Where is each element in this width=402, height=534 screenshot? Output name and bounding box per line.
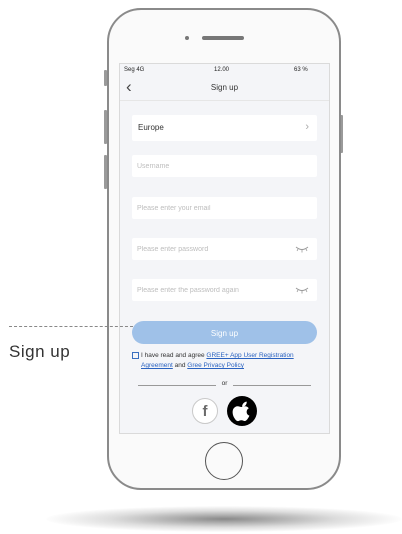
username-field-container [132, 155, 317, 177]
or-divider: or [132, 380, 317, 390]
divider-line-right [233, 385, 311, 386]
eye-closed-icon[interactable] [295, 245, 309, 253]
password-again-field-container [132, 279, 317, 301]
chevron-right-icon: › [305, 121, 309, 133]
callout-leader-line [9, 326, 133, 327]
password-again-field[interactable] [137, 279, 287, 301]
speaker-grille [202, 36, 244, 40]
apple-logo-glyph [232, 401, 250, 422]
sign-up-button[interactable]: Sign up [132, 321, 317, 344]
home-button[interactable] [205, 442, 243, 480]
agreement-and: and [172, 362, 188, 369]
phone-screen: Seg 4G 12.00 63 % ‹ Sign up Europe › Sig… [119, 63, 330, 434]
status-bar: Seg 4G 12.00 63 % [120, 64, 329, 76]
agreement-text: I have read and agree GREE+ App User Reg… [132, 351, 322, 371]
page-title: Sign up [210, 83, 239, 92]
apple-icon[interactable] [227, 396, 257, 426]
clock: 12.00 [214, 67, 230, 73]
camera-dot [185, 36, 189, 40]
privacy-policy-link[interactable]: Gree Privacy Policy [187, 362, 244, 369]
eye-closed-icon[interactable] [295, 286, 309, 294]
nav-bar: ‹ Sign up [120, 76, 329, 101]
agreement-checkbox[interactable] [132, 352, 139, 359]
username-field[interactable] [137, 155, 287, 177]
battery-label: 63 % [294, 67, 308, 73]
region-selector[interactable]: Europe › [132, 115, 317, 141]
password-field-container [132, 238, 317, 260]
facebook-icon[interactable]: f [192, 398, 218, 424]
carrier-label: Seg 4G [124, 67, 145, 73]
phone-shadow [46, 506, 402, 532]
callout-label: Sign up [9, 342, 71, 361]
email-field[interactable] [137, 197, 287, 219]
password-field[interactable] [137, 238, 287, 260]
agreement-prefix: I have read and agree [141, 352, 207, 359]
email-field-container [132, 197, 317, 219]
region-value: Europe [138, 123, 164, 132]
agreement-row: I have read and agree GREE+ App User Reg… [132, 351, 322, 371]
